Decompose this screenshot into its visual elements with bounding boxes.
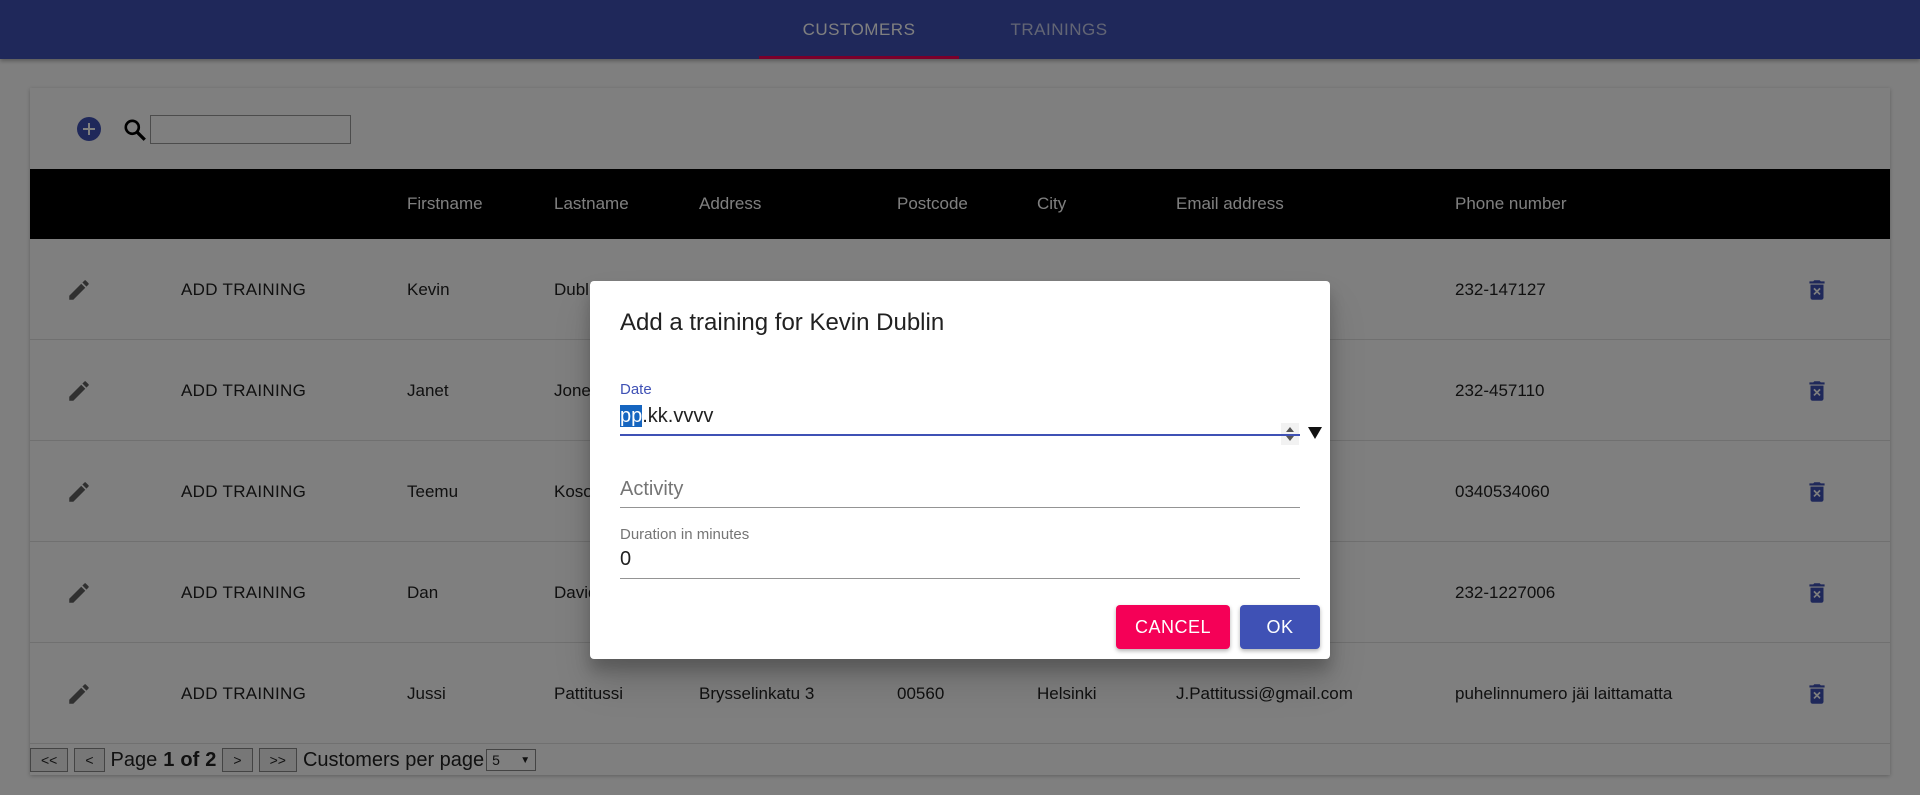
activity-field: [620, 476, 1300, 526]
date-label: Date: [620, 381, 652, 398]
dialog-title: Add a training for Kevin Dublin: [620, 309, 945, 336]
date-underline: [620, 434, 1300, 436]
activity-input[interactable]: [620, 476, 1300, 502]
date-field: Date pp.kk.vvvv: [620, 381, 1322, 451]
add-training-dialog: Add a training for Kevin Dublin Date pp.…: [590, 281, 1330, 659]
cancel-button[interactable]: CANCEL: [1116, 605, 1230, 649]
duration-field: Duration in minutes 0: [620, 526, 1300, 586]
date-rest-segments[interactable]: .kk.vvvv: [642, 405, 713, 427]
calendar-dropdown-icon[interactable]: [1308, 427, 1322, 439]
duration-underline: [620, 578, 1300, 579]
date-day-segment[interactable]: pp: [620, 405, 643, 427]
duration-label: Duration in minutes: [620, 526, 750, 543]
duration-input[interactable]: 0: [620, 548, 1300, 574]
date-input[interactable]: pp.kk.vvvv: [620, 405, 1300, 431]
ok-button[interactable]: OK: [1240, 605, 1320, 649]
activity-underline: [620, 507, 1300, 508]
